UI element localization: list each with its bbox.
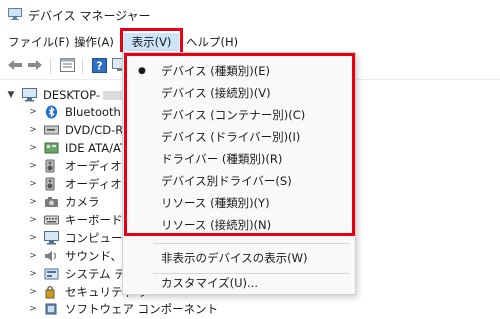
bluetooth-icon xyxy=(45,105,58,119)
security-icon xyxy=(45,285,55,299)
dvd-drive-icon xyxy=(44,125,59,135)
tree-root[interactable]: ▼ DESKTOP- xyxy=(6,86,139,104)
tree-item-keyboard[interactable]: > キーボード xyxy=(28,211,123,229)
device-manager-icon xyxy=(8,8,22,20)
menu-action[interactable]: 操作(A) xyxy=(74,33,114,51)
view-menu-item-show-hidden-devices[interactable]: 非表示のデバイスの表示(W) xyxy=(123,247,355,269)
toolbar-divider xyxy=(50,58,51,74)
chevron-right-icon[interactable]: > xyxy=(28,287,38,297)
tree-item-bluetooth[interactable]: > Bluetooth xyxy=(28,103,121,121)
menu-separator xyxy=(153,243,349,244)
tree-item-system-devices[interactable]: > システム デバ xyxy=(28,265,137,283)
menu-file[interactable]: ファイル(F) xyxy=(8,33,70,51)
chevron-right-icon[interactable]: > xyxy=(28,304,38,314)
computer-icon xyxy=(22,88,37,102)
help-icon[interactable]: ? xyxy=(90,57,108,73)
keyboard-icon xyxy=(44,215,59,225)
chevron-right-icon[interactable]: > xyxy=(28,161,38,171)
tree-root-label: DESKTOP- xyxy=(43,88,100,102)
tree-item-label: キーボード xyxy=(65,213,123,227)
chevron-right-icon[interactable]: > xyxy=(28,197,38,207)
menu-bar: ファイル(F) 操作(A) 表示(V) ヘルプ(H) xyxy=(0,30,500,52)
tree-item-ide[interactable]: > IDE ATA/AT xyxy=(28,139,127,157)
menu-help[interactable]: ヘルプ(H) xyxy=(186,33,238,51)
chevron-right-icon[interactable]: > xyxy=(28,269,38,279)
svg-text:?: ? xyxy=(96,59,102,72)
chevron-right-icon[interactable]: > xyxy=(28,233,38,243)
back-arrow-icon[interactable] xyxy=(6,57,24,73)
software-component-icon xyxy=(45,303,57,315)
chevron-right-icon[interactable]: > xyxy=(28,125,38,135)
title-bar: デバイス マネージャー xyxy=(0,0,500,30)
chevron-right-icon[interactable]: > xyxy=(28,143,38,153)
system-device-icon xyxy=(44,268,59,280)
chevron-down-icon[interactable]: ▼ xyxy=(6,90,16,100)
tree-item-dvd[interactable]: > DVD/CD-RO xyxy=(28,121,132,139)
tree-item-label: IDE ATA/AT xyxy=(65,141,128,155)
tree-item-camera[interactable]: > カメラ xyxy=(28,193,100,211)
audio-io-icon xyxy=(45,159,55,173)
tree-item-label: ソフトウェア コンポーネント xyxy=(65,302,219,316)
tree-item-software-components[interactable]: > ソフトウェア コンポーネント xyxy=(28,300,218,318)
ide-controller-icon xyxy=(44,142,59,154)
forward-arrow-icon[interactable] xyxy=(26,57,44,73)
toolbar-divider xyxy=(82,58,83,74)
sound-video-icon xyxy=(45,251,57,261)
view-menu-item-customize[interactable]: カスタマイズ(U)... xyxy=(123,272,355,294)
chevron-right-icon[interactable]: > xyxy=(28,107,38,117)
chevron-right-icon[interactable]: > xyxy=(28,215,38,225)
camera-icon xyxy=(45,197,58,207)
computer-icon xyxy=(44,231,59,245)
tree-item-label: カメラ xyxy=(65,195,100,209)
properties-icon[interactable] xyxy=(58,57,76,73)
view-options-highlight-frame xyxy=(124,53,355,236)
chevron-right-icon[interactable]: > xyxy=(28,251,38,261)
window-title: デバイス マネージャー xyxy=(28,9,151,23)
tree-item-label: Bluetooth xyxy=(65,105,121,119)
audio-processing-icon xyxy=(45,177,55,191)
chevron-right-icon[interactable]: > xyxy=(28,179,38,189)
